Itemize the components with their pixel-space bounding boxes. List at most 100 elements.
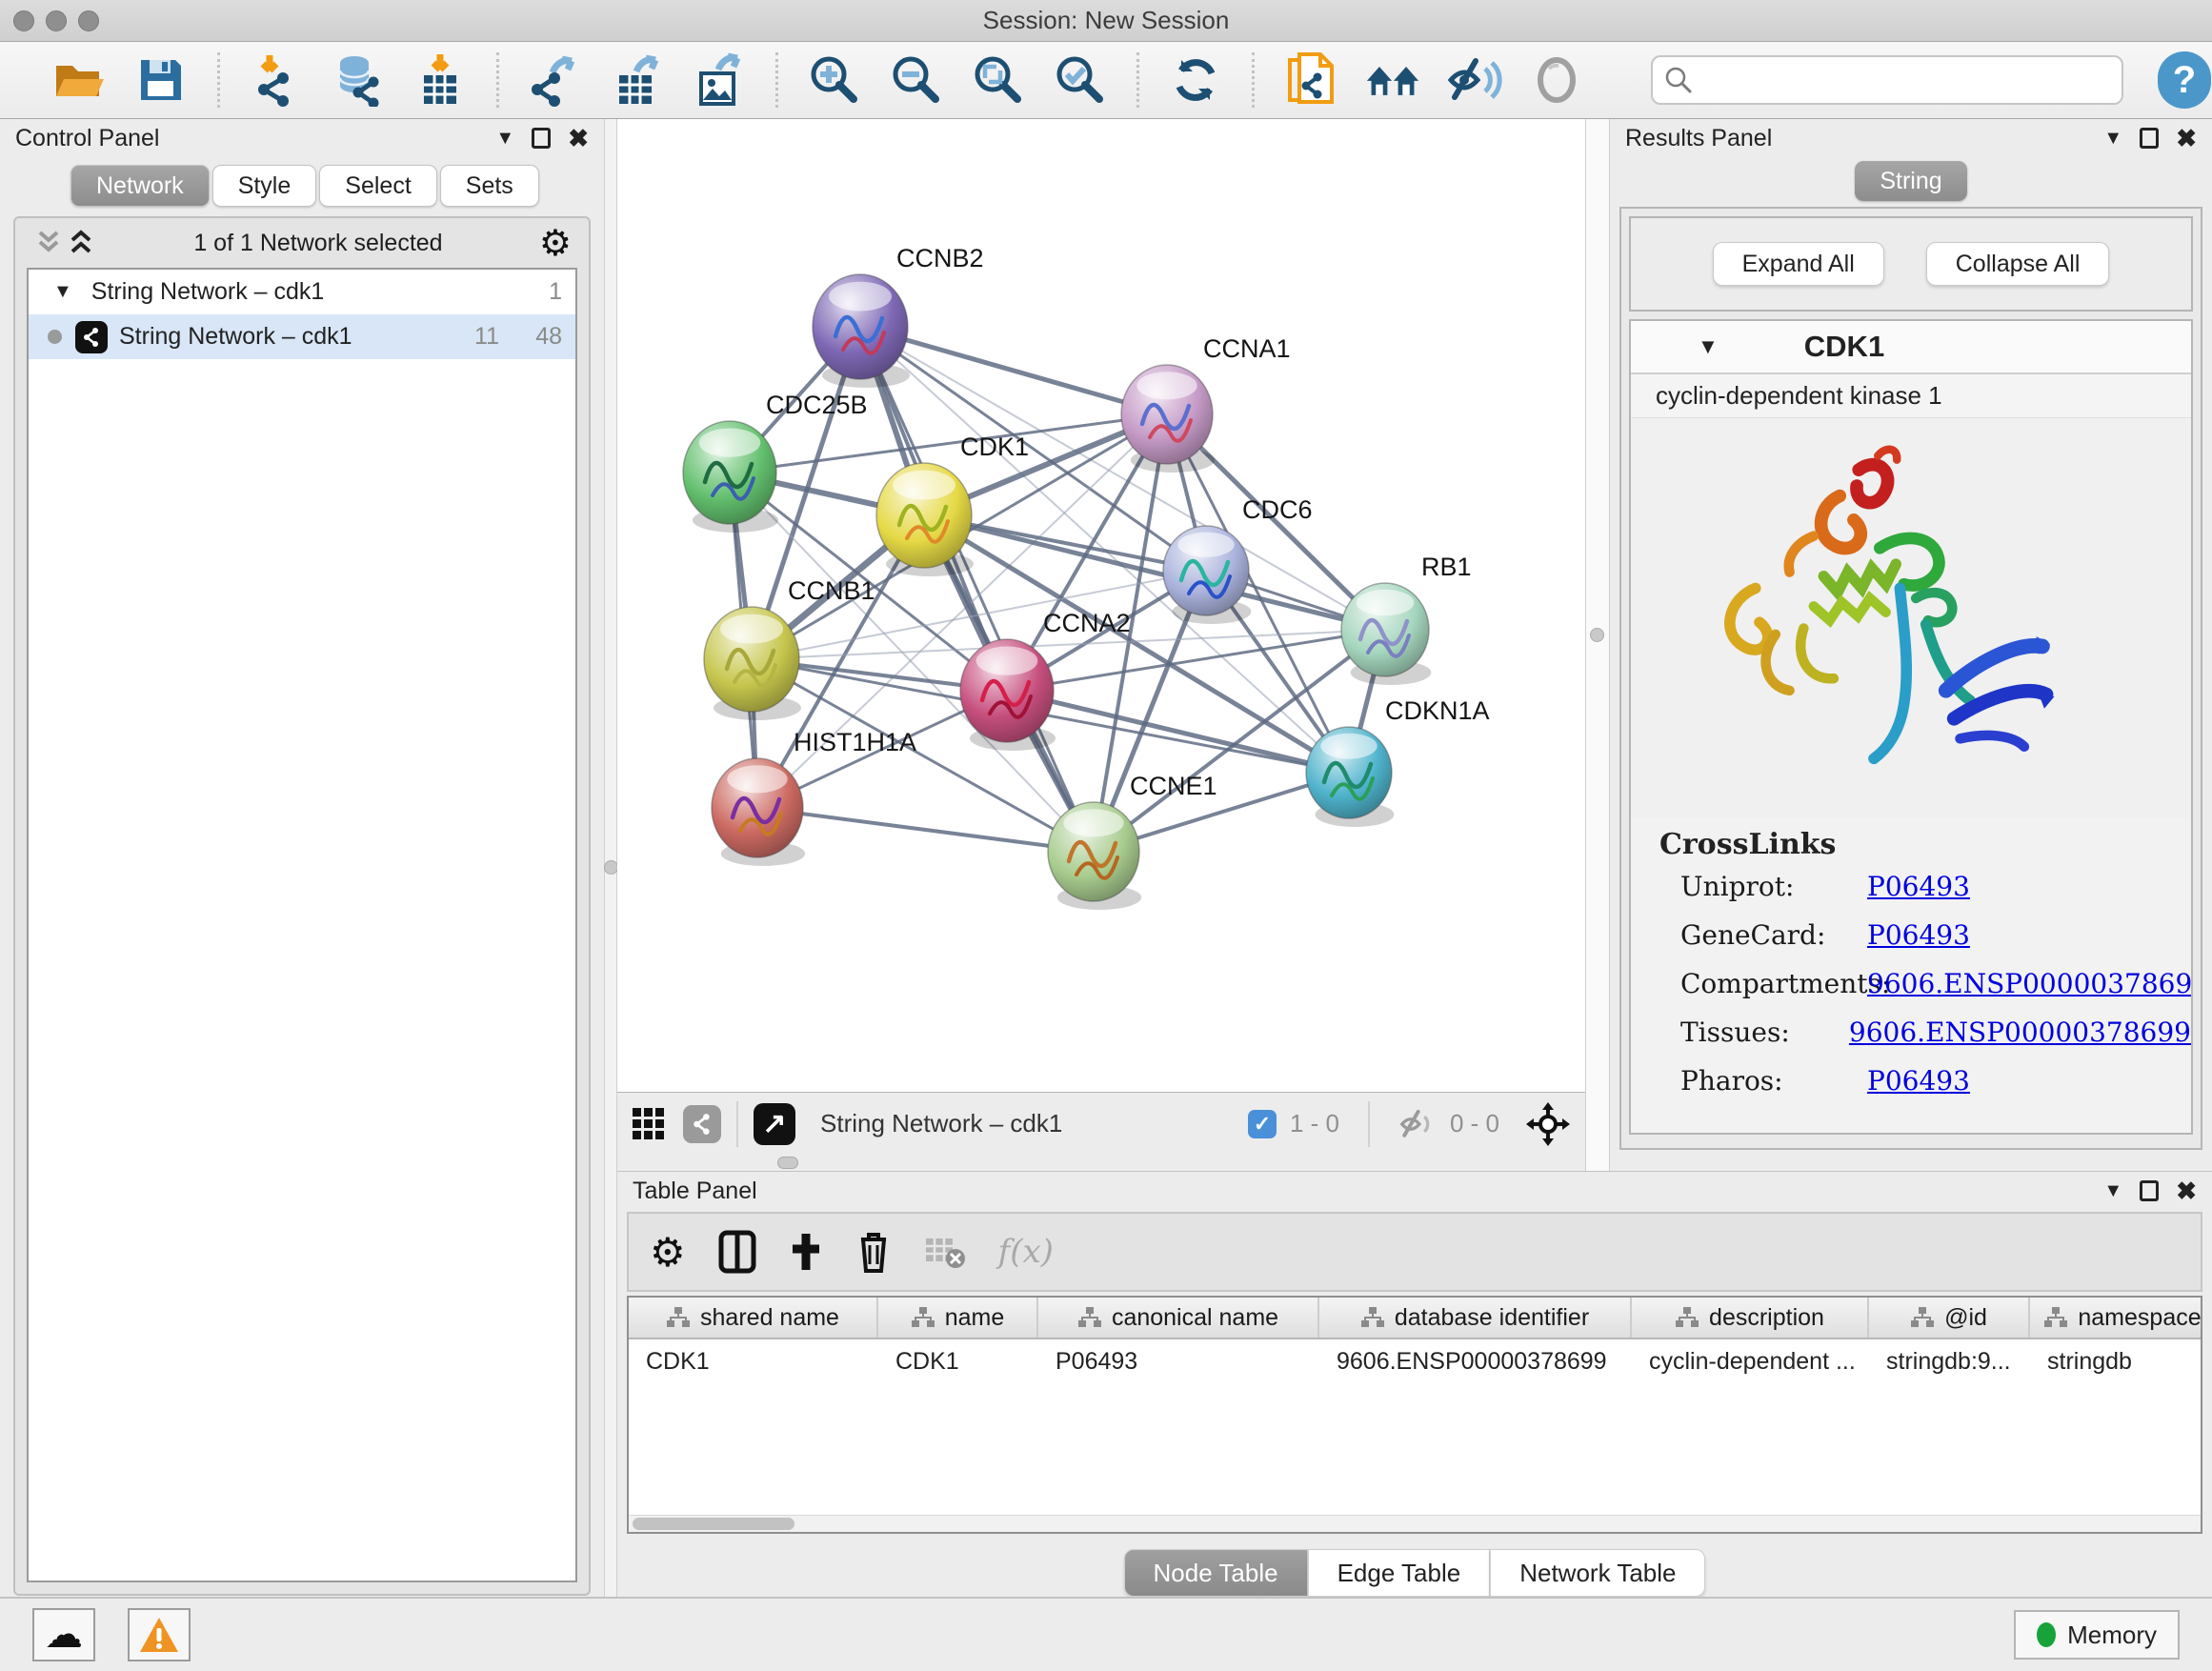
save-session-button[interactable] — [133, 52, 189, 108]
zoom-fit-button[interactable] — [971, 52, 1026, 108]
table-horizontal-scrollbar[interactable] — [629, 1515, 2201, 1532]
birds-eye-view-icon[interactable] — [633, 1108, 664, 1139]
crosslink-link[interactable]: 9606.ENSP00000378699 — [1849, 1017, 2191, 1048]
network-node-CCNE1[interactable]: CCNE1 — [1048, 772, 1217, 910]
open-in-new-window-icon[interactable]: ↗ — [754, 1103, 795, 1145]
table-cell[interactable]: stringdb — [2030, 1348, 2202, 1376]
table-cell[interactable]: cyclin-dependent ... — [1632, 1348, 1869, 1376]
import-database-button[interactable] — [331, 52, 386, 108]
collapse-all-icon[interactable] — [32, 229, 65, 257]
column-header-@id[interactable]: @id — [1869, 1298, 2030, 1338]
network-row[interactable]: String Network – cdk1 11 48 — [29, 314, 575, 359]
delete-table-icon[interactable] — [924, 1235, 966, 1269]
tab-network[interactable]: Network — [70, 165, 210, 207]
crosslink-link[interactable]: P06493 — [1867, 919, 1970, 951]
table-cell[interactable]: P06493 — [1038, 1348, 1319, 1376]
table-splitter-knob[interactable] — [777, 1157, 798, 1169]
cloud-status-button[interactable]: ☁ — [32, 1608, 95, 1661]
expand-all-button[interactable]: Expand All — [1713, 242, 1884, 286]
table-panel-float-icon[interactable] — [2140, 1180, 2159, 1201]
pan-crosshair-icon[interactable] — [1526, 1102, 1570, 1146]
table-options-gear-icon[interactable]: ⚙ — [650, 1229, 686, 1276]
results-splitter-knob[interactable] — [1590, 628, 1604, 642]
gene-collapse-icon[interactable]: ▼ — [1698, 334, 1719, 359]
network-node-RB1[interactable]: RB1 — [1341, 553, 1472, 685]
homes-button[interactable] — [1365, 52, 1420, 108]
tab-select[interactable]: Select — [319, 165, 436, 207]
import-table-button[interactable] — [412, 52, 468, 108]
network-node-CDK1[interactable]: CDK1 — [876, 433, 1029, 576]
hide-selected-button[interactable] — [1447, 52, 1502, 108]
expand-all-icon[interactable] — [65, 229, 97, 257]
table-panel-menu-icon[interactable]: ▼ — [2103, 1180, 2122, 1202]
table-splitter[interactable] — [617, 1155, 1585, 1171]
network-canvas[interactable]: CCNB2CCNA1CDC25BCDK1CDC6RB1CCNB1CCNA2CDK… — [617, 119, 1585, 1092]
table-cell[interactable]: stringdb:9... — [1869, 1348, 2030, 1376]
zoom-in-button[interactable] — [807, 52, 862, 108]
column-header-canonical-name[interactable]: canonical name — [1038, 1298, 1319, 1338]
crosslink-link[interactable]: P06493 — [1867, 871, 1970, 902]
create-column-icon[interactable] — [789, 1230, 823, 1274]
warnings-button[interactable] — [128, 1608, 191, 1661]
tab-edge-table[interactable]: Edge Table — [1308, 1549, 1491, 1597]
zoom-out-button[interactable] — [889, 52, 944, 108]
tab-node-table[interactable]: Node Table — [1124, 1549, 1308, 1597]
column-header-name[interactable]: name — [878, 1298, 1038, 1338]
export-network-button[interactable] — [528, 52, 583, 108]
tab-style[interactable]: Style — [212, 165, 317, 207]
table-cell[interactable]: 9606.ENSP00000378699 — [1319, 1348, 1632, 1376]
import-network-button[interactable] — [249, 52, 304, 108]
column-header-shared-name[interactable]: shared name — [629, 1298, 878, 1338]
table-panel-close-icon[interactable]: ✖ — [2176, 1177, 2197, 1206]
tab-sets[interactable]: Sets — [440, 165, 539, 207]
show-columns-icon[interactable] — [718, 1230, 756, 1274]
crosslink-link[interactable]: P06493 — [1867, 1065, 1970, 1097]
column-header-namespace[interactable]: namespace — [2030, 1298, 2202, 1338]
control-panel-menu-icon[interactable]: ▼ — [495, 128, 514, 150]
network-node-CCNB2[interactable]: CCNB2 — [813, 244, 984, 388]
zoom-selected-button[interactable] — [1053, 52, 1108, 108]
control-panel-close-icon[interactable]: ✖ — [568, 124, 589, 153]
scrollbar-thumb[interactable] — [633, 1518, 794, 1530]
export-image-button[interactable] — [692, 52, 747, 108]
memory-button[interactable]: Memory — [2014, 1610, 2180, 1660]
network-node-CDC25B[interactable]: CDC25B — [683, 391, 868, 533]
network-node-HIST1H1A[interactable]: HIST1H1A — [712, 728, 916, 866]
column-header-description[interactable]: description — [1632, 1298, 1869, 1338]
open-session-button[interactable] — [51, 52, 107, 108]
help-button[interactable]: ? — [2158, 51, 2211, 109]
gene-header-row[interactable]: ▼ CDK1 — [1631, 321, 2191, 374]
network-node-CCNA2[interactable]: CCNA2 — [960, 609, 1131, 751]
results-panel-close-icon[interactable]: ✖ — [2176, 124, 2197, 153]
results-splitter[interactable] — [1585, 119, 1610, 1171]
tab-string[interactable]: String — [1855, 161, 1967, 201]
column-header-database-identifier[interactable]: database identifier — [1319, 1298, 1632, 1338]
show-eye-button[interactable] — [1529, 52, 1584, 108]
export-table-button[interactable] — [610, 52, 665, 108]
share-document-button[interactable] — [1283, 52, 1338, 108]
collapse-all-button[interactable]: Collapse All — [1926, 242, 2110, 286]
network-edge[interactable] — [860, 327, 1094, 852]
control-panel-float-icon[interactable] — [532, 128, 551, 149]
left-splitter[interactable] — [604, 119, 617, 1597]
crosslink-link[interactable]: 9606.ENSP00000378699 — [1867, 968, 2193, 999]
table-cell[interactable]: CDK1 — [878, 1348, 1038, 1376]
refresh-button[interactable] — [1168, 52, 1223, 108]
network-options-gear-icon[interactable]: ⚙ — [539, 222, 572, 264]
function-builder-icon[interactable]: f(x) — [998, 1233, 1054, 1271]
string-network-icon[interactable] — [683, 1105, 721, 1143]
left-splitter-knob[interactable] — [604, 860, 618, 875]
collection-expand-icon[interactable]: ▼ — [53, 281, 72, 303]
table-cell[interactable]: CDK1 — [629, 1348, 878, 1376]
network-collection-row[interactable]: ▼ String Network – cdk1 1 — [29, 270, 575, 314]
selected-nodes-checkbox-icon[interactable]: ✓ — [1248, 1110, 1277, 1138]
network-edge[interactable] — [757, 808, 1094, 852]
table-row[interactable]: CDK1CDK1P064939606.ENSP00000378699cyclin… — [629, 1339, 2201, 1383]
search-box[interactable] — [1651, 55, 2123, 105]
network-node-CDKN1A[interactable]: CDKN1A — [1306, 696, 1490, 827]
tab-network-table[interactable]: Network Table — [1490, 1549, 1705, 1597]
results-panel-menu-icon[interactable]: ▼ — [2103, 128, 2122, 150]
search-input[interactable] — [1693, 61, 2110, 99]
delete-column-icon[interactable] — [855, 1230, 892, 1274]
results-panel-float-icon[interactable] — [2140, 128, 2159, 149]
